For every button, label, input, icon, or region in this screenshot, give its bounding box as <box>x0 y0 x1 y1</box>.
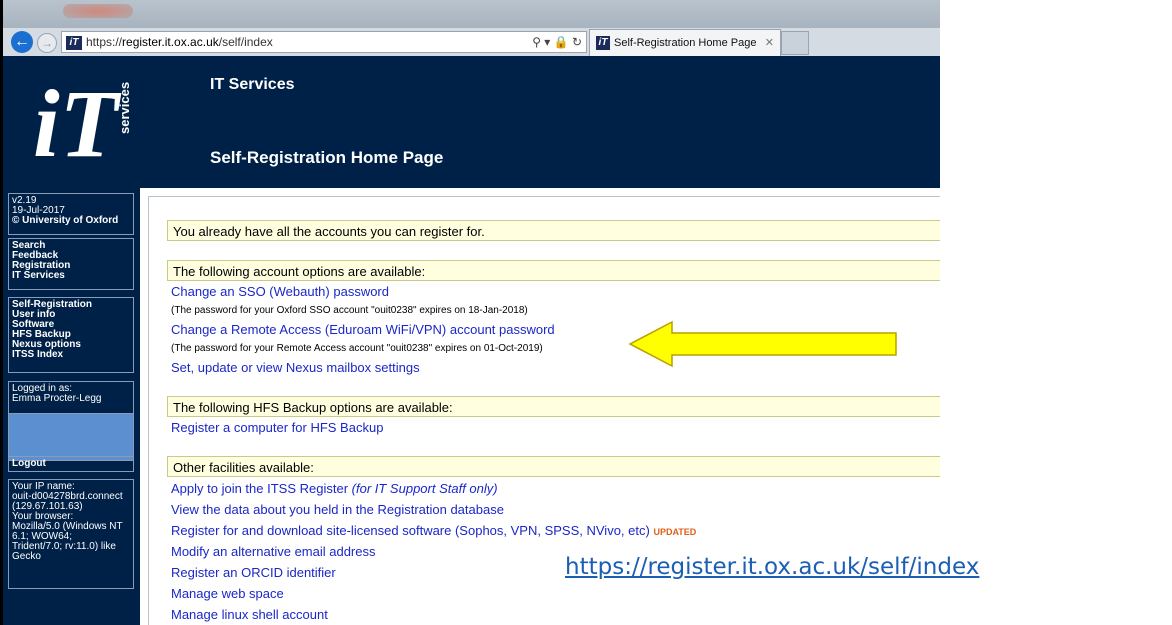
site-header: iT services IT Services Self-Registratio… <box>3 56 940 188</box>
page-title: Self-Registration Home Page <box>210 148 444 167</box>
link-web-space[interactable]: Manage web space <box>171 586 284 601</box>
url-caption-link[interactable]: https://register.it.ox.ac.uk/self/index <box>565 554 979 580</box>
link-nexus-settings[interactable]: Set, update or view Nexus mailbox settin… <box>171 360 420 375</box>
user-highlight-box <box>8 413 134 461</box>
window-titlebar <box>3 0 940 28</box>
nav-it-services[interactable]: IT Services <box>12 271 130 281</box>
it-services-logo[interactable]: iT services <box>33 74 143 184</box>
link-orcid[interactable]: Register an ORCID identifier <box>171 565 336 580</box>
link-change-remote-access-password[interactable]: Change a Remote Access (Eduroam WiFi/VPN… <box>171 322 555 337</box>
sidebar: v2.19 19-Jul-2017 © University of Oxford… <box>3 188 140 625</box>
tab-favicon-icon: iT <box>596 36 610 51</box>
address-bar[interactable]: iT https://register.it.ox.ac.uk/self/inde… <box>61 31 587 53</box>
logo-mark: iT <box>33 70 119 177</box>
link-itss-register[interactable]: Apply to join the ITSS Register (for IT … <box>171 481 498 496</box>
link-register-hfs[interactable]: Register a computer for HFS Backup <box>171 420 383 435</box>
note-sso-expiry: (The password for your Oxford SSO accoun… <box>171 305 528 316</box>
new-tab-button[interactable] <box>781 31 809 55</box>
back-button[interactable]: ← <box>11 31 33 53</box>
tab-self-registration[interactable]: iT Self-Registration Home Page ✕ <box>589 29 781 56</box>
copyright: © University of Oxford <box>12 215 119 226</box>
titlebar-decoration <box>63 4 133 18</box>
section-account-options: The following account options are availa… <box>167 260 940 281</box>
logo-subtext: services <box>117 81 132 134</box>
address-bar-icons[interactable]: ⚲ ▾ 🔒 ↻ <box>532 32 582 52</box>
url-prefix: https:// <box>86 35 123 49</box>
note-remote-expiry: (The password for your Remote Access acc… <box>171 343 543 354</box>
address-row: ← → iT https://register.it.ox.ac.uk/self/… <box>3 28 940 56</box>
link-itss-text[interactable]: Apply to join the ITSS Register <box>171 481 348 496</box>
site-favicon-icon: iT <box>66 35 82 50</box>
nav-box-1: Search Feedback Registration IT Services <box>8 238 134 290</box>
logout-link[interactable]: Logout <box>12 459 130 469</box>
updated-badge: UPDATED <box>653 527 697 537</box>
forward-button[interactable]: → <box>37 33 57 53</box>
section-other-facilities: Other facilities available: <box>167 456 940 477</box>
link-alt-email[interactable]: Modify an alternative email address <box>171 544 376 559</box>
logged-in-box: Logged in as: Emma Procter-Legg <box>8 381 134 413</box>
section-hfs-options: The following HFS Backup options are ava… <box>167 396 940 417</box>
notice-band: You already have all the accounts you ca… <box>167 220 940 241</box>
site-name: IT Services <box>210 76 295 93</box>
tab-title: Self-Registration Home Page <box>614 37 757 49</box>
browser-line: Gecko <box>12 551 41 562</box>
logout-box: Logout <box>8 456 134 472</box>
tab-close-icon[interactable]: ✕ <box>765 30 774 56</box>
link-itss-note: (for IT Support Staff only) <box>351 481 498 496</box>
version-box: v2.19 19-Jul-2017 © University of Oxford <box>8 193 134 235</box>
url-domain: register.it.ox.ac.uk <box>122 35 219 49</box>
nav-itss-index[interactable]: ITSS Index <box>12 350 130 360</box>
link-linux-shell[interactable]: Manage linux shell account <box>171 607 328 622</box>
highlight-arrow-icon <box>628 320 897 368</box>
link-change-sso-password[interactable]: Change an SSO (Webauth) password <box>171 284 389 299</box>
url-path: /self/index <box>218 35 273 49</box>
link-view-data[interactable]: View the data about you held in the Regi… <box>171 502 504 517</box>
link-software[interactable]: Register for and download site-licensed … <box>171 523 696 538</box>
client-info-box: Your IP name: ouit-d004278brd.connect (1… <box>8 479 134 589</box>
browser-screenshot: ← → iT https://register.it.ox.ac.uk/self/… <box>0 0 940 625</box>
nav-box-2: Self-Registration User info Software HFS… <box>8 297 134 373</box>
logged-in-user: Emma Procter-Legg <box>12 393 102 404</box>
link-software-text[interactable]: Register for and download site-licensed … <box>171 523 650 538</box>
